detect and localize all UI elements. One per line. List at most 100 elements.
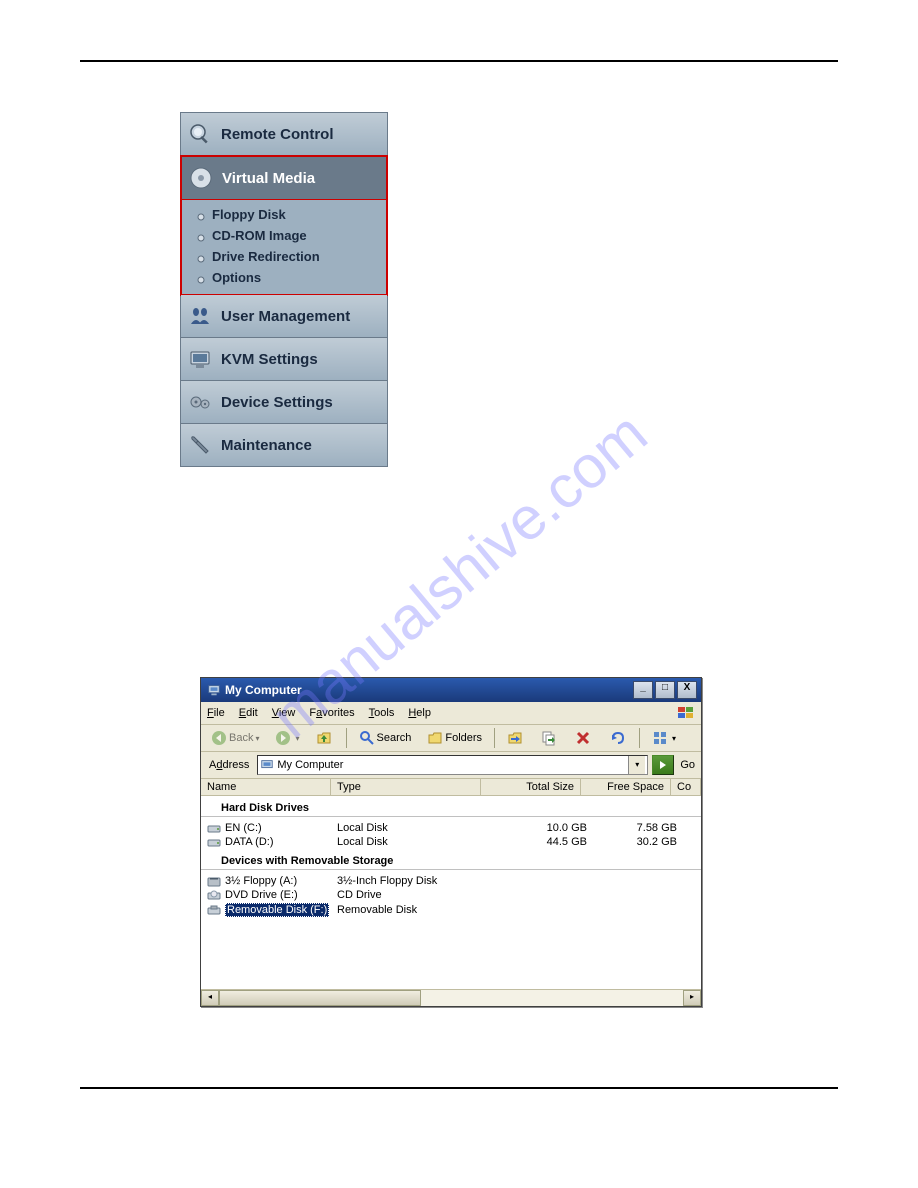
kvm-sidebar: Remote Control Virtual Media Floppy Disk… [180, 112, 388, 467]
sidebar-item-label: User Management [221, 308, 350, 325]
my-computer-icon [260, 758, 274, 772]
address-dropdown-button[interactable]: ▾ [628, 756, 645, 774]
up-button[interactable] [310, 728, 340, 748]
drive-free: 30.2 GB [587, 836, 677, 848]
menu-help[interactable]: Help [408, 707, 431, 719]
addressbar: Address My Computer ▾ Go [201, 752, 701, 779]
drive-row-floppy[interactable]: 3½ Floppy (A:) 3½-Inch Floppy Disk [201, 874, 701, 888]
windows-logo-icon [677, 705, 695, 721]
sidebar-item-kvm-settings[interactable]: KVM Settings [181, 338, 387, 381]
window-title: My Computer [225, 683, 631, 697]
delete-button[interactable] [569, 728, 599, 748]
submenu-label: Floppy Disk [212, 207, 286, 222]
terminal-icon [187, 346, 213, 372]
removable-icon [207, 904, 221, 916]
back-arrow-icon [211, 730, 227, 746]
cd-icon [207, 889, 221, 901]
my-computer-window: My Computer _ □ X File Edit View Favorit… [200, 677, 702, 1007]
column-free-space[interactable]: Free Space [581, 779, 671, 795]
menu-view[interactable]: View [272, 707, 296, 719]
undo-icon [609, 730, 625, 746]
sidebar-item-virtual-media[interactable]: Virtual Media [180, 155, 388, 201]
drive-name: EN (C:) [225, 822, 262, 834]
column-total-size[interactable]: Total Size [481, 779, 581, 795]
drive-name: Removable Disk (F:) [225, 903, 329, 917]
search-label: Search [377, 732, 412, 744]
disc-icon [188, 165, 214, 191]
menu-tools[interactable]: Tools [369, 707, 395, 719]
forward-arrow-icon [275, 730, 291, 746]
bottom-rule [80, 1087, 838, 1089]
dropdown-arrow-icon: ▾ [672, 734, 676, 743]
scroll-track[interactable] [219, 990, 683, 1006]
hdd-icon [207, 836, 221, 848]
gears-icon [187, 389, 213, 415]
drive-free: 7.58 GB [587, 822, 677, 834]
go-label: Go [678, 759, 697, 771]
floppy-icon [207, 875, 221, 887]
drive-name: 3½ Floppy (A:) [225, 875, 297, 887]
menu-favorites[interactable]: Favorites [309, 707, 354, 719]
maximize-button[interactable]: □ [655, 681, 675, 699]
address-value: My Computer [277, 759, 628, 771]
folders-button[interactable]: Folders [421, 728, 488, 748]
drive-row-d[interactable]: DATA (D:) Local Disk 44.5 GB 30.2 GB [201, 835, 701, 849]
submenu-floppy-disk[interactable]: Floppy Disk [182, 204, 386, 225]
search-button[interactable]: Search [353, 728, 418, 748]
my-computer-icon [207, 683, 221, 697]
toolbar-separator [639, 728, 640, 748]
address-field[interactable]: My Computer ▾ [257, 755, 648, 775]
close-button[interactable]: X [677, 681, 697, 699]
back-button[interactable]: Back ▾ [205, 728, 265, 748]
address-label: Address [205, 759, 253, 771]
go-button[interactable] [652, 755, 674, 775]
submenu-drive-redirection[interactable]: Drive Redirection [182, 246, 386, 267]
column-comments[interactable]: Co [671, 779, 701, 795]
users-icon [187, 303, 213, 329]
file-list-view: Name Type Total Size Free Space Co Hard … [201, 779, 701, 989]
forward-button[interactable]: ▾ [269, 728, 305, 748]
sidebar-item-device-settings[interactable]: Device Settings [181, 381, 387, 424]
titlebar[interactable]: My Computer _ □ X [201, 678, 701, 702]
copy-to-icon [541, 730, 557, 746]
submenu-options[interactable]: Options [182, 267, 386, 288]
dropdown-arrow-icon: ▾ [295, 734, 299, 743]
magnifier-icon [187, 121, 213, 147]
back-label: Back [229, 732, 253, 744]
sidebar-item-label: Remote Control [221, 126, 334, 143]
submenu-cdrom-image[interactable]: CD-ROM Image [182, 225, 386, 246]
drive-row-dvd[interactable]: DVD Drive (E:) CD Drive [201, 888, 701, 902]
folders-icon [427, 730, 443, 746]
sidebar-item-label: Virtual Media [222, 170, 315, 187]
horizontal-scrollbar[interactable]: ◂ ▸ [201, 989, 701, 1006]
folder-up-icon [316, 730, 332, 746]
column-name[interactable]: Name [201, 779, 331, 795]
move-to-button[interactable] [501, 728, 531, 748]
sidebar-item-maintenance[interactable]: Maintenance [181, 424, 387, 466]
minimize-button[interactable]: _ [633, 681, 653, 699]
search-icon [359, 730, 375, 746]
drive-size: 10.0 GB [487, 822, 587, 834]
bullet-icon [196, 252, 206, 262]
scroll-right-button[interactable]: ▸ [683, 990, 701, 1006]
folders-label: Folders [445, 732, 482, 744]
column-type[interactable]: Type [331, 779, 481, 795]
menu-edit[interactable]: Edit [239, 707, 258, 719]
undo-button[interactable] [603, 728, 633, 748]
sidebar-item-user-management[interactable]: User Management [181, 295, 387, 338]
views-button[interactable]: ▾ [646, 728, 682, 748]
menu-file[interactable]: File [207, 707, 225, 719]
scroll-thumb[interactable] [219, 990, 421, 1006]
scroll-left-button[interactable]: ◂ [201, 990, 219, 1006]
submenu-label: Options [212, 270, 261, 285]
sidebar-item-label: Maintenance [221, 437, 312, 454]
group-removable-storage: Devices with Removable Storage [201, 849, 701, 870]
drive-row-removable[interactable]: Removable Disk (F:) Removable Disk [201, 902, 701, 918]
copy-to-button[interactable] [535, 728, 565, 748]
sidebar-item-remote-control[interactable]: Remote Control [181, 113, 387, 156]
delete-icon [575, 730, 591, 746]
dropdown-arrow-icon: ▾ [255, 734, 259, 743]
bullet-icon [196, 231, 206, 241]
submenu-label: Drive Redirection [212, 249, 320, 264]
drive-row-c[interactable]: EN (C:) Local Disk 10.0 GB 7.58 GB [201, 821, 701, 835]
